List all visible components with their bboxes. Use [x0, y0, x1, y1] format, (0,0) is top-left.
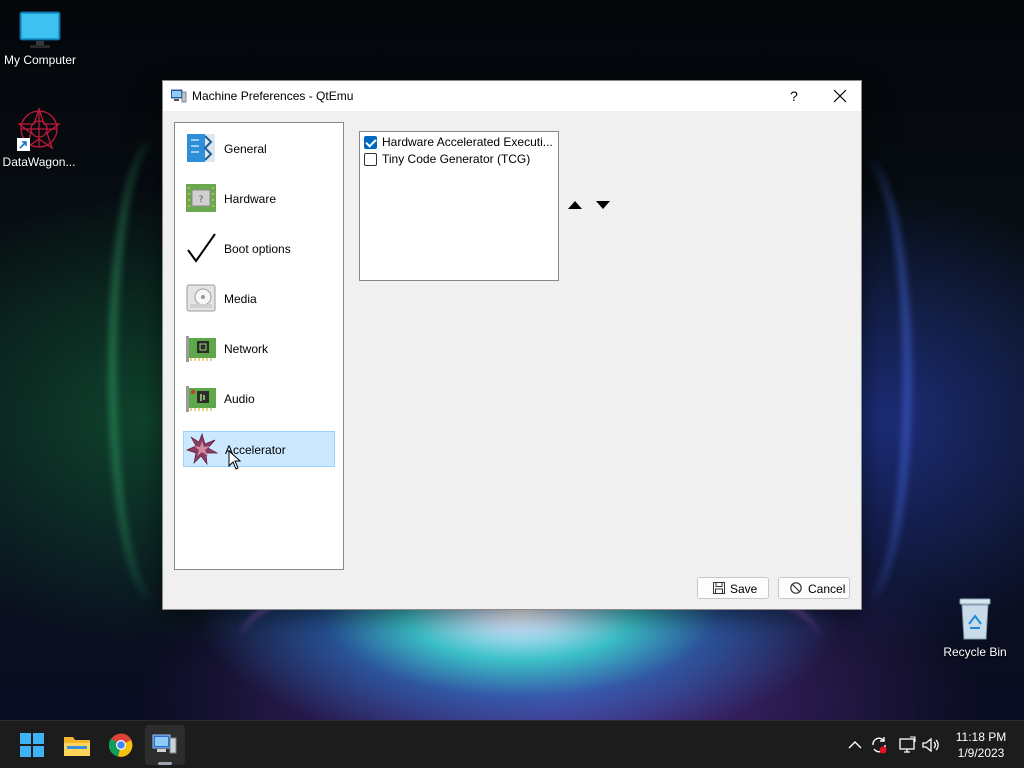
media-icon [186, 284, 216, 312]
cancel-button[interactable]: Cancel [778, 577, 850, 599]
sidebar-item-media[interactable]: Media [183, 281, 335, 317]
desktop-icon-datawagon[interactable]: DataWagon... [0, 106, 79, 169]
desktop-icon-label: DataWagon... [2, 155, 76, 169]
help-button[interactable]: ? [771, 81, 817, 111]
clock-time: 11:18 PM [955, 730, 1007, 744]
dialog-titlebar[interactable]: Machine Preferences - QtEmu ? [163, 81, 861, 111]
accelerator-checkbox[interactable] [364, 136, 377, 149]
desktop-icon-my-computer[interactable]: My Computer [0, 10, 80, 67]
sidebar-item-label: Network [224, 342, 269, 356]
accelerator-item-tcg[interactable]: Tiny Code Generator (TCG) [364, 151, 554, 167]
machine-preferences-dialog: Machine Preferences - QtEmu ? General ? [162, 80, 862, 610]
sidebar-item-label: Media [224, 292, 257, 306]
accelerator-label: Tiny Code Generator (TCG) [382, 152, 531, 166]
datawagon-icon [17, 106, 61, 151]
accelerator-star-icon [186, 433, 218, 465]
start-button[interactable] [12, 725, 52, 765]
accelerator-list: Hardware Accelerated Executi... Tiny Cod… [359, 131, 559, 281]
start-icon [20, 733, 44, 757]
qtemu-icon [152, 734, 177, 754]
taskbar-chrome[interactable] [101, 725, 141, 765]
audio-card-icon [186, 386, 216, 412]
svg-text:?: ? [199, 195, 204, 205]
mouse-cursor-icon [228, 450, 242, 470]
active-app-indicator [158, 762, 172, 765]
sidebar-item-label: Audio [224, 392, 255, 406]
close-icon [833, 89, 847, 103]
sidebar-item-label: Boot options [224, 242, 291, 256]
cancel-icon [790, 582, 802, 594]
general-icon [187, 134, 215, 162]
qtemu-app-icon [171, 89, 187, 103]
sidebar-item-label: Hardware [224, 192, 277, 206]
arrow-down-icon [596, 201, 610, 209]
checkmark-icon [187, 233, 216, 263]
recycle-bin-icon [959, 598, 991, 640]
hardware-icon: ? [186, 184, 216, 212]
clock-date: 1/9/2023 [957, 746, 1005, 760]
sync-icon[interactable] [869, 735, 889, 755]
taskbar-clock[interactable]: 11:18 PM 1/9/2023 [948, 729, 1014, 761]
accelerator-checkbox[interactable] [364, 153, 377, 166]
taskbar-file-explorer[interactable] [57, 725, 97, 765]
chrome-icon [108, 733, 133, 757]
move-down-button[interactable] [592, 196, 614, 216]
accelerator-label: Hardware Accelerated Executi... [382, 135, 553, 149]
preferences-sidebar: General ? Hardware Boot options Media Ne… [174, 122, 344, 570]
arrow-up-icon [568, 201, 582, 209]
save-icon [713, 582, 725, 594]
cancel-button-label: Cancel [808, 582, 846, 596]
sidebar-item-accelerator[interactable]: Accelerator [183, 431, 335, 470]
taskbar-qtemu[interactable] [145, 725, 185, 765]
network-icon[interactable] [897, 735, 917, 755]
sidebar-item-hardware[interactable]: ? Hardware [183, 181, 335, 217]
monitor-icon [19, 11, 61, 48]
network-card-icon [186, 336, 216, 362]
desktop-icon-recycle-bin[interactable]: Recycle Bin [935, 596, 1015, 659]
taskbar: 11:18 PM 1/9/2023 [0, 720, 1024, 768]
sidebar-item-audio[interactable]: Audio [183, 381, 335, 417]
sidebar-item-network[interactable]: Network [183, 331, 335, 367]
close-button[interactable] [817, 81, 863, 111]
desktop-icon-label: Recycle Bin [943, 645, 1007, 659]
save-button[interactable]: Save [697, 577, 769, 599]
volume-icon[interactable] [921, 735, 941, 755]
chevron-up-icon[interactable] [845, 735, 865, 755]
file-explorer-icon [64, 737, 90, 756]
sidebar-item-boot-options[interactable]: Boot options [183, 231, 335, 267]
move-up-button[interactable] [564, 196, 586, 216]
sidebar-item-general[interactable]: General [183, 131, 335, 167]
desktop-icon-label: My Computer [3, 53, 77, 67]
dialog-title: Machine Preferences - QtEmu [192, 89, 354, 103]
sidebar-item-label: General [224, 142, 267, 156]
accelerator-item-hax[interactable]: Hardware Accelerated Executi... [364, 134, 554, 150]
save-button-label: Save [730, 582, 758, 596]
